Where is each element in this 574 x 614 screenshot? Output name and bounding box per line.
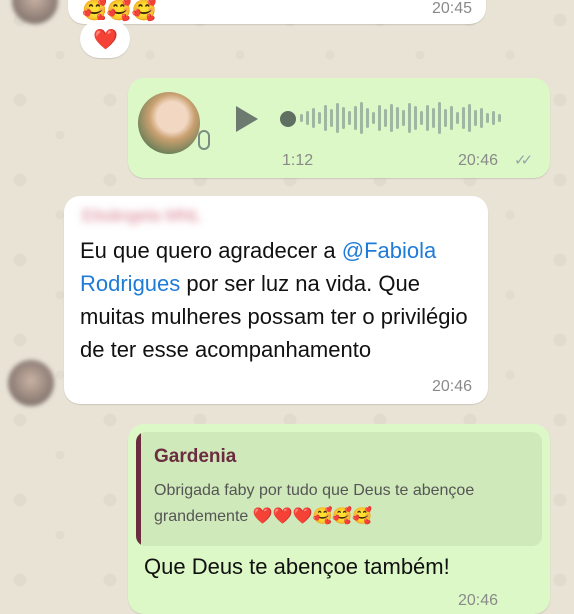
message-time: 20:46 [431, 378, 472, 395]
reply-text: Que Deus te abençoe também! [144, 554, 450, 579]
playback-position-dot[interactable] [280, 111, 296, 127]
sender-name[interactable]: Elisângela MNL [82, 206, 201, 226]
play-button-icon[interactable] [236, 106, 258, 132]
voice-duration: 1:12 [282, 152, 314, 169]
message-emojis: 🥰🥰🥰 [82, 0, 157, 22]
waveform[interactable] [300, 100, 532, 136]
message-time: 20:46 [458, 592, 499, 609]
incoming-message-bubble[interactable]: Elisângela MNL Eu que quero agradecer a … [64, 196, 488, 404]
quote-bar [136, 432, 141, 546]
quoted-text: Obrigada faby por tudo que Deus te abenç… [154, 482, 475, 525]
message-text: Eu que quero agradecer a @Fabiola Rodrig… [80, 238, 468, 362]
read-receipt-icon: ✓✓ [514, 152, 533, 169]
reaction-badge[interactable]: ❤️ [80, 20, 130, 58]
quoted-sender-name: Gardenia [154, 446, 237, 467]
microphone-icon [198, 130, 210, 150]
message-time: 20:45 [431, 0, 472, 17]
voice-message-bubble[interactable]: 1:12 20:46 ✓✓ [128, 78, 550, 178]
heart-reaction-icon: ❤️ [93, 27, 118, 51]
voice-sender-avatar [138, 92, 200, 154]
reply-message-bubble[interactable]: Gardenia Obrigada faby por tudo que Deus… [128, 424, 550, 614]
quoted-message[interactable]: Gardenia Obrigada faby por tudo que Deus… [136, 432, 542, 546]
message-bubble-top[interactable]: 🥰🥰🥰 20:45 [68, 0, 486, 24]
voice-time: 20:46 [458, 152, 499, 169]
sender-avatar[interactable] [8, 360, 54, 406]
